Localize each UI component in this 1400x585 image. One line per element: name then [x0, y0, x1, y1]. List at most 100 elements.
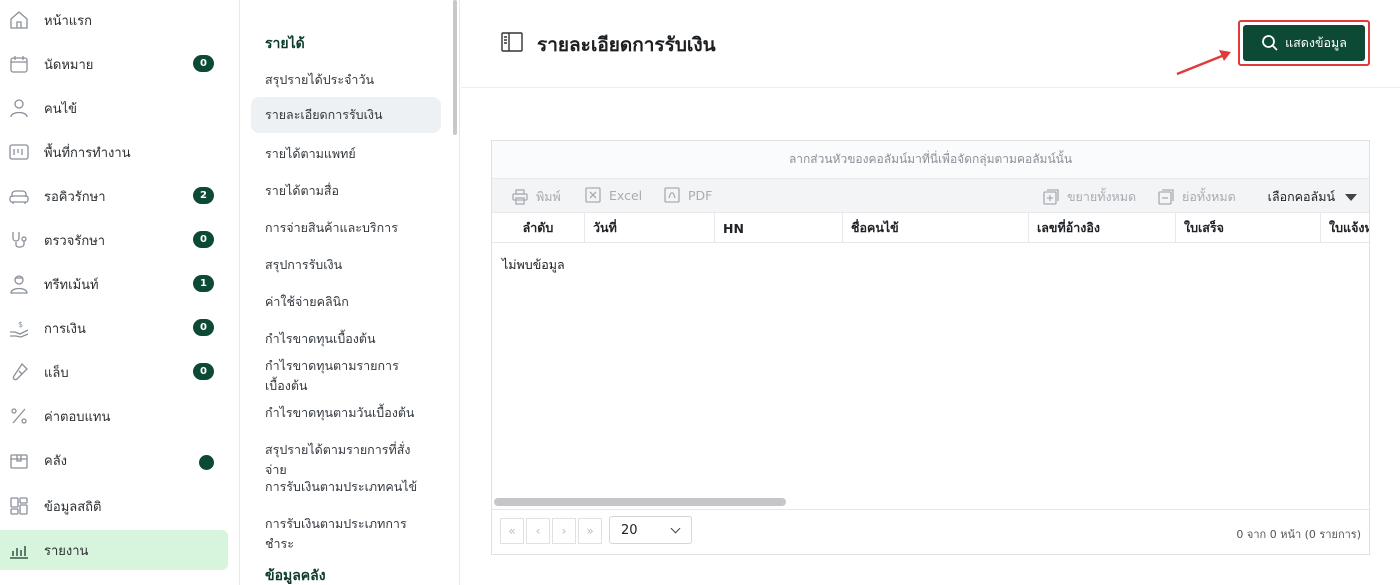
- nav-item-workspace[interactable]: พื้นที่การทำงาน: [0, 132, 228, 172]
- main-content: รายละเอียดการรับเงิน แสดงข้อมูล ลากส่วนห…: [461, 0, 1400, 585]
- nav-item-statistics[interactable]: ข้อมูลสถิติ: [0, 486, 228, 526]
- collapse-all-button[interactable]: ย่อทั้งหมด: [1158, 187, 1236, 207]
- submenu-section-income: รายได้: [265, 36, 305, 52]
- nav-item-finance[interactable]: $ การเงิน 0: [0, 308, 228, 348]
- count-badge: 0: [193, 55, 214, 72]
- show-data-button[interactable]: แสดงข้อมูล: [1243, 25, 1365, 61]
- nav-label: นัดหมาย: [44, 57, 94, 73]
- submenu-section-inventory: ข้อมูลคลัง: [265, 568, 326, 584]
- nav-label: หน้าแรก: [44, 13, 92, 29]
- nav-item-patients[interactable]: คนไข้: [0, 88, 228, 128]
- nav-label: คนไข้: [44, 101, 78, 117]
- prev-page-button[interactable]: ‹: [526, 518, 550, 544]
- caret-down-icon: [1345, 193, 1357, 201]
- first-page-button[interactable]: «: [500, 518, 524, 544]
- arrow-annotation-icon: [1176, 50, 1231, 76]
- grid-column-headers: ลำดับ วันที่ HN ชื่อคนไข้ เลขที่อ้างอิง …: [492, 213, 1369, 243]
- column-header[interactable]: HN: [715, 213, 843, 242]
- submenu-item[interactable]: สรุปการรับเงิน: [251, 251, 441, 279]
- print-label: พิมพ์: [536, 189, 561, 204]
- money-hand-icon: $: [8, 317, 30, 339]
- count-badge: 1: [193, 275, 214, 292]
- column-header[interactable]: ใบแจ้งหนี้: [1321, 213, 1369, 242]
- nav-item-reports[interactable]: รายงาน: [0, 530, 228, 570]
- pdf-label: PDF: [688, 187, 713, 203]
- expand-all-button[interactable]: ขยายทั้งหมด: [1043, 187, 1136, 207]
- nav-item-compensation[interactable]: ค่าตอบแทน: [0, 396, 228, 436]
- submenu-scrollbar[interactable]: [453, 0, 457, 135]
- test-tube-icon: [8, 361, 30, 383]
- show-data-label: แสดงข้อมูล: [1285, 35, 1347, 50]
- svg-text:$: $: [18, 320, 23, 329]
- nav-item-treatment[interactable]: ทรีทเม้นท์ 1: [0, 264, 228, 304]
- excel-label: Excel: [609, 187, 643, 203]
- sofa-icon: [8, 185, 30, 207]
- nav-label: แล็บ: [44, 365, 69, 381]
- submenu-item[interactable]: กำไรขาดทุนตามรายการเบื้องต้น: [251, 352, 431, 400]
- nav-label: การเงิน: [44, 321, 86, 337]
- column-header[interactable]: วันที่: [585, 213, 715, 242]
- highlight-frame: แสดงข้อมูล: [1238, 20, 1370, 66]
- collapse-all-label: ย่อทั้งหมด: [1182, 189, 1236, 204]
- submenu-item[interactable]: กำไรขาดทุนเบื้องต้น: [251, 325, 441, 353]
- nav-label: ค่าตอบแทน: [44, 409, 111, 425]
- nav-item-home[interactable]: หน้าแรก: [0, 0, 228, 40]
- submenu-item[interactable]: รายได้ตามแพทย์: [251, 140, 441, 168]
- column-header[interactable]: ใบเสร็จ: [1176, 213, 1321, 242]
- bar-chart-icon: [8, 539, 30, 561]
- home-icon: [8, 9, 30, 31]
- horizontal-scrollbar[interactable]: [492, 495, 1369, 509]
- submenu-item[interactable]: การรับเงินตามประเภทคนไข้: [251, 473, 441, 501]
- count-badge: 0: [193, 231, 214, 248]
- page-header: รายละเอียดการรับเงิน แสดงข้อมูล: [461, 0, 1400, 88]
- count-badge: 0: [193, 363, 214, 380]
- column-header[interactable]: เลขที่อ้างอิง: [1029, 213, 1176, 242]
- expand-all-label: ขยายทั้งหมด: [1067, 189, 1137, 204]
- submenu-item[interactable]: ค่าใช้จ่ายคลินิก: [251, 288, 441, 316]
- column-header[interactable]: ชื่อคนไข้: [843, 213, 1029, 242]
- column-chooser-label: เลือกคอลัมน์: [1267, 189, 1335, 204]
- calendar-icon: [8, 53, 30, 75]
- group-panel[interactable]: ลากส่วนหัวของคอลัมน์มาที่นี่เพื่อจัดกลุ่…: [492, 141, 1369, 179]
- data-grid: ลากส่วนหัวของคอลัมน์มาที่นี่เพื่อจัดกลุ่…: [491, 140, 1370, 555]
- submenu-item[interactable]: การรับเงินตามประเภทการชำระ: [251, 510, 441, 558]
- page-size-select[interactable]: 20: [609, 516, 692, 544]
- empty-message: ไม่พบข้อมูล: [502, 257, 565, 272]
- nav-item-appointments[interactable]: นัดหมาย 0: [0, 44, 228, 84]
- dashboard-icon: [8, 495, 30, 517]
- stethoscope-icon: [8, 229, 30, 251]
- nav-item-queue[interactable]: รอคิวรักษา 2: [0, 176, 228, 216]
- column-header[interactable]: ลำดับ: [492, 213, 585, 242]
- excel-button[interactable]: Excel: [585, 187, 642, 203]
- pdf-button[interactable]: PDF: [664, 187, 712, 203]
- nav-item-examination[interactable]: ตรวจรักษา 0: [0, 220, 228, 260]
- last-page-button[interactable]: »: [578, 518, 602, 544]
- workspace-icon: [8, 141, 30, 163]
- collapse-icon: [1158, 189, 1174, 205]
- page-title: รายละเอียดการรับเงิน: [537, 34, 716, 56]
- horizontal-scrollbar-thumb[interactable]: [494, 498, 786, 506]
- nav-label: ข้อมูลสถิติ: [44, 499, 102, 515]
- nav-item-inventory[interactable]: คลัง: [0, 440, 228, 480]
- nav-label: คลัง: [44, 453, 68, 469]
- next-page-button[interactable]: ›: [552, 518, 576, 544]
- chevron-down-icon: [670, 523, 681, 534]
- nav-label: พื้นที่การทำงาน: [44, 145, 131, 161]
- grid-toolbar: พิมพ์ Excel PDF ขยายทั้งหมด ย่อทั้งหมด เ…: [492, 179, 1369, 213]
- main-sidebar: หน้าแรก นัดหมาย 0 คนไข้ พื้นที่การทำงาน …: [0, 0, 240, 585]
- submenu-item[interactable]: การจ่ายสินค้าและบริการ: [251, 214, 441, 242]
- submenu-item[interactable]: รายได้ตามสื่อ: [251, 177, 441, 205]
- submenu-item-active[interactable]: รายละเอียดการรับเงิน: [251, 97, 441, 133]
- nav-item-lab[interactable]: แล็บ 0: [0, 352, 228, 392]
- user-icon: [8, 97, 30, 119]
- status-dot: [199, 455, 214, 470]
- doctor-icon: [8, 273, 30, 295]
- box-icon: [8, 449, 30, 471]
- nav-label: รอคิวรักษา: [44, 189, 106, 205]
- submenu-item[interactable]: สรุปรายได้ประจำวัน: [251, 66, 441, 94]
- print-button[interactable]: พิมพ์: [512, 187, 561, 207]
- submenu-item[interactable]: กำไรขาดทุนตามวันเบื้องต้น: [251, 399, 441, 427]
- column-chooser-dropdown[interactable]: เลือกคอลัมน์: [1268, 187, 1357, 207]
- printer-icon: [512, 189, 528, 205]
- excel-icon: [585, 187, 601, 203]
